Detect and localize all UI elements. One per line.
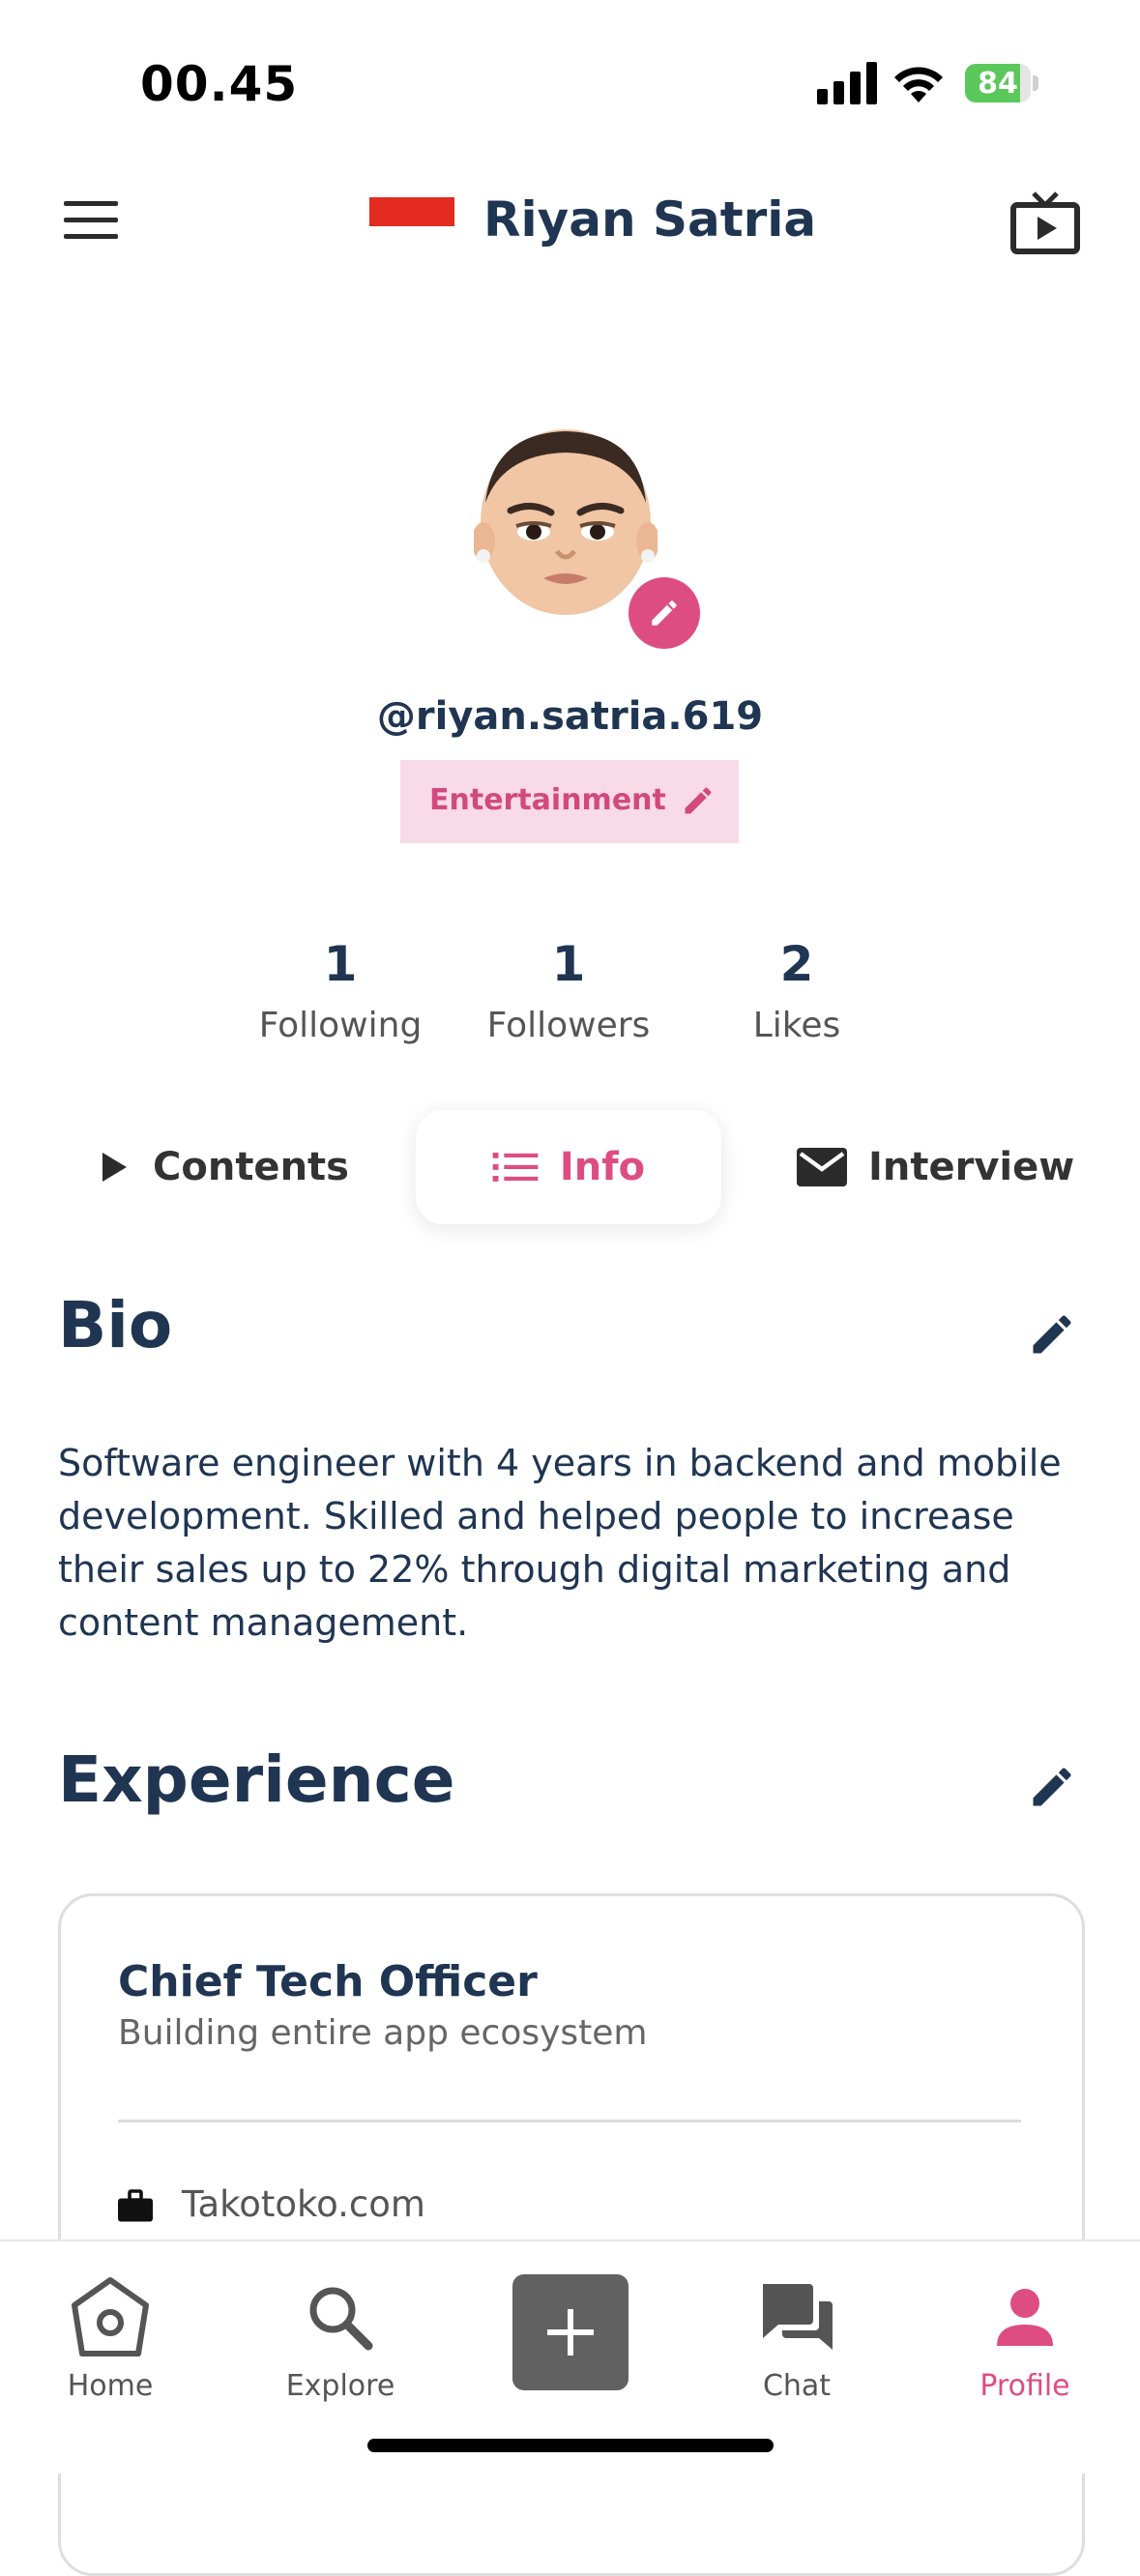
briefcase-icon — [118, 2189, 153, 2222]
wifi-icon — [894, 67, 943, 102]
experience-title: Experience — [58, 1742, 455, 1817]
create-plus-button[interactable] — [512, 2274, 628, 2390]
hamburger-menu-icon[interactable] — [64, 201, 118, 244]
plus-icon — [547, 2309, 594, 2356]
stat-value: 2 — [779, 936, 814, 992]
company-name: Takotoko.com — [182, 2183, 425, 2225]
category-badge[interactable]: Entertainment — [400, 760, 739, 843]
nav-profile[interactable]: Profile — [928, 2274, 1122, 2403]
nav-label: Home — [67, 2369, 154, 2403]
indonesia-flag-icon — [369, 197, 454, 226]
category-label: Entertainment — [429, 783, 666, 817]
profile-name-title: Riyan Satria — [483, 191, 817, 248]
edit-experience-pencil-icon[interactable] — [1027, 1762, 1077, 1812]
tab-label: Interview — [868, 1145, 1075, 1189]
home-indicator — [367, 2439, 774, 2452]
list-icon — [492, 1153, 539, 1182]
job-title: Chief Tech Officer — [118, 1957, 538, 2006]
edit-bio-pencil-icon[interactable] — [1027, 1309, 1077, 1360]
nav-label: Explore — [285, 2369, 395, 2403]
pencil-icon — [685, 787, 712, 814]
mail-icon — [797, 1148, 847, 1186]
memoji-avatar — [474, 429, 658, 615]
cellular-signal-icon — [817, 62, 877, 104]
stat-value: 1 — [551, 936, 586, 992]
tab-interview[interactable]: Interview — [797, 1110, 1074, 1224]
nav-label: Chat — [762, 2369, 832, 2403]
card-divider — [118, 2120, 1021, 2122]
profile-handle: @riyan.satria.619 — [376, 694, 764, 739]
bio-title: Bio — [58, 1288, 173, 1362]
search-icon — [309, 2287, 373, 2351]
bio-text: Software engineer with 4 years in backen… — [58, 1442, 1062, 1644]
nav-explore[interactable]: Explore — [244, 2274, 437, 2403]
pencil-icon — [652, 600, 677, 626]
home-icon — [72, 2277, 149, 2356]
edit-avatar-button[interactable] — [628, 577, 700, 649]
stat-followers[interactable]: 1 Followers — [462, 930, 675, 1050]
stat-label: Followers — [486, 1006, 651, 1045]
tab-contents[interactable]: Contents — [93, 1110, 349, 1224]
stat-value: 1 — [323, 936, 358, 992]
tab-label: Info — [559, 1145, 646, 1189]
person-icon — [997, 2289, 1053, 2346]
stat-label: Likes — [752, 1006, 841, 1045]
battery-charging-icon: 84 — [965, 64, 1040, 102]
play-icon — [102, 1153, 127, 1182]
status-time: 00.45 — [140, 56, 299, 112]
stat-following[interactable]: 1 Following — [234, 930, 447, 1050]
battery-percentage: 84 — [978, 67, 1018, 101]
stat-likes[interactable]: 2 Likes — [690, 930, 903, 1050]
nav-home[interactable]: Home — [14, 2274, 207, 2403]
tab-info[interactable]: Info — [416, 1110, 721, 1224]
tab-label: Contents — [153, 1145, 349, 1189]
chat-icon — [763, 2284, 833, 2350]
nav-chat[interactable]: Chat — [700, 2274, 893, 2403]
tv-play-icon[interactable] — [1010, 191, 1080, 255]
nav-label: Profile — [979, 2369, 1070, 2403]
stat-label: Following — [258, 1006, 423, 1045]
job-description: Building entire app ecosystem — [118, 2013, 648, 2053]
